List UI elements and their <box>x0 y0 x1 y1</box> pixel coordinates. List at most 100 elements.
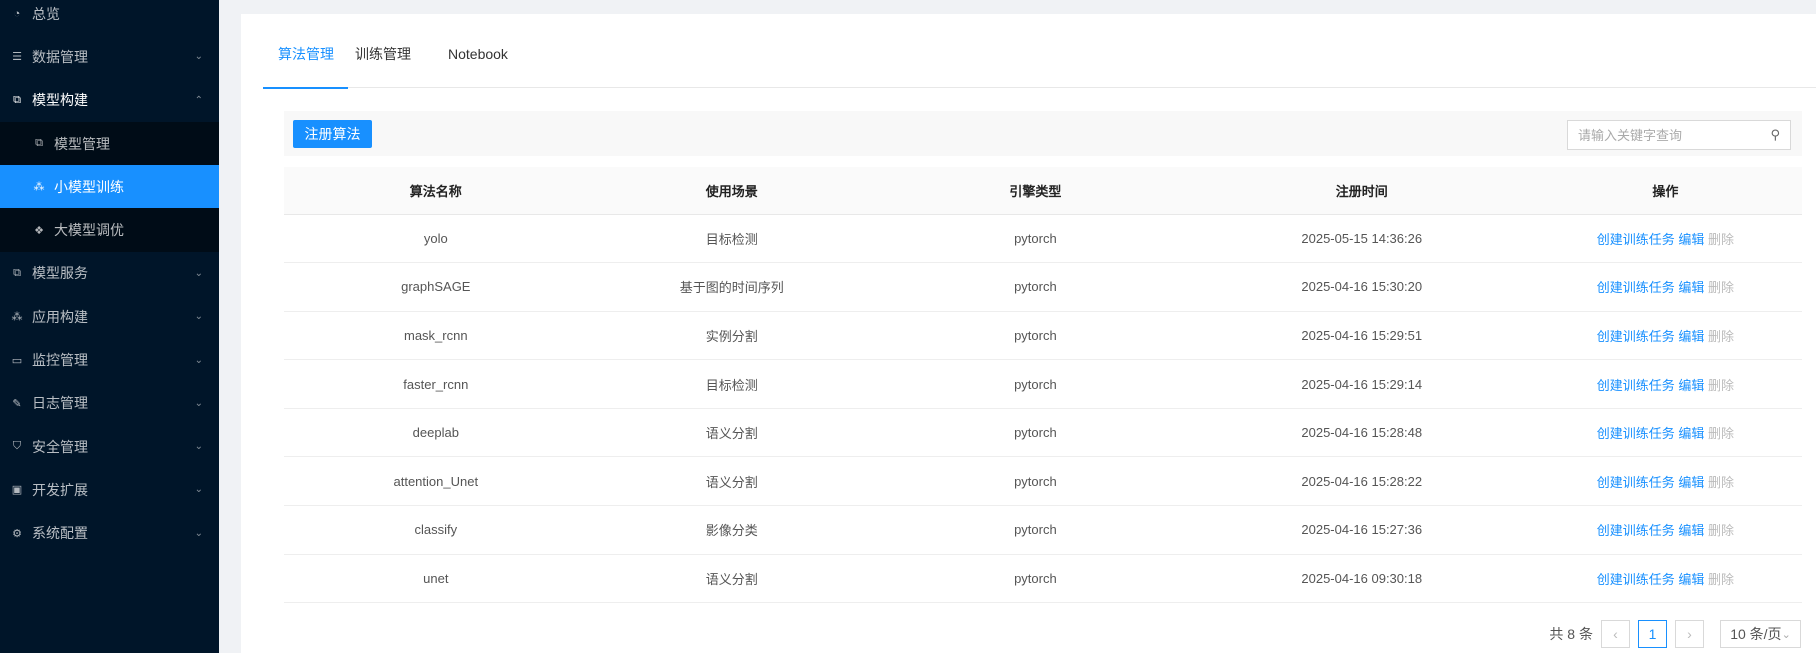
delete-link[interactable]: 删除 <box>1708 572 1734 587</box>
cell-time: 2025-05-15 14:36:26 <box>1194 214 1529 264</box>
table-row: faster_rcnn 目标检测 pytorch 2025-04-16 15:29:1… <box>284 359 1802 409</box>
delete-link[interactable]: 删除 <box>1708 232 1734 247</box>
cell-time: 2025-04-16 09:30:18 <box>1194 554 1529 604</box>
gear-icon: ⚙ <box>12 527 22 540</box>
cell-time: 2025-04-16 15:28:48 <box>1194 408 1529 458</box>
create-training-task-link[interactable]: 创建训练任务 <box>1597 475 1675 490</box>
search-input[interactable] <box>1578 127 1771 143</box>
cell-engine: pytorch <box>876 214 1195 264</box>
create-training-task-link[interactable]: 创建训练任务 <box>1597 280 1675 295</box>
cell-time: 2025-04-16 15:30:20 <box>1194 262 1529 312</box>
sidebar-submenu: ⧉ 模型管理 ⁂ 小模型训练 ❖ 大模型调优 <box>0 121 219 252</box>
model-icon: ⧉ <box>35 137 43 150</box>
sidebar-item-data[interactable]: ☰ 数据管理 ⌄ <box>0 35 219 78</box>
cell-time: 2025-04-16 15:29:14 <box>1194 359 1529 409</box>
table-row: yolo 目标检测 pytorch 2025-05-15 14:36:26 创建训练任务… <box>284 214 1802 264</box>
tab-bar: 算法管理 训练管理 Notebook <box>263 42 1816 89</box>
create-training-task-link[interactable]: 创建训练任务 <box>1597 523 1675 538</box>
cell-actions: 创建训练任务 编辑 删除 <box>1528 359 1802 409</box>
cell-scene: 语义分割 <box>587 554 876 604</box>
pagination: 共 8 条 ‹ 1 › 10 条/页 ⌄ <box>1549 620 1801 648</box>
chevron-up-icon: ⌃ <box>194 94 203 106</box>
cell-engine: pytorch <box>876 408 1195 458</box>
edit-link[interactable]: 编辑 <box>1678 232 1704 247</box>
sidebar-item-monitor[interactable]: ▭ 监控管理 ⌄ <box>0 338 219 381</box>
model-build-icon: ⧉ <box>13 93 21 106</box>
sidebar-item-dev-ext[interactable]: ▣ 开发扩展 ⌄ <box>0 468 219 511</box>
toolbar: 注册算法 ⚲ <box>284 111 1802 156</box>
edit-link[interactable]: 编辑 <box>1678 475 1704 490</box>
sidebar-item-security[interactable]: ⛉ 安全管理 ⌄ <box>0 425 219 468</box>
tab-notebook[interactable]: Notebook <box>448 42 508 88</box>
create-training-task-link[interactable]: 创建训练任务 <box>1597 378 1675 393</box>
total-count: 共 8 条 <box>1549 626 1593 642</box>
sidebar-item-overview[interactable]: ◔ 总览 <box>0 0 219 35</box>
cell-name: deeplab <box>284 408 588 458</box>
sidebar-item-app-build[interactable]: ⁂ 应用构建 ⌄ <box>0 295 219 338</box>
page-size-select[interactable]: 10 条/页 ⌄ <box>1720 620 1801 648</box>
cell-engine: pytorch <box>876 505 1195 555</box>
sidebar: ◔ 总览 ☰ 数据管理 ⌄ ⧉ 模型构建 ⌃ ⧉ 模型管理 ⁂ 小模型训练 ❖ 大模型调优 ⧉ 模… <box>0 0 219 653</box>
delete-link[interactable]: 删除 <box>1708 426 1734 441</box>
create-training-task-link[interactable]: 创建训练任务 <box>1597 572 1675 587</box>
cell-time: 2025-04-16 15:27:36 <box>1194 505 1529 555</box>
create-training-task-link[interactable]: 创建训练任务 <box>1597 329 1675 344</box>
edit-link[interactable]: 编辑 <box>1678 280 1704 295</box>
delete-link[interactable]: 删除 <box>1708 280 1734 295</box>
tab-training[interactable]: 训练管理 <box>355 42 411 88</box>
cell-time: 2025-04-16 15:29:51 <box>1194 311 1529 361</box>
apps-icon: ⁂ <box>11 311 23 324</box>
sidebar-item-model-manage[interactable]: ⧉ 模型管理 <box>0 122 219 165</box>
table-row: deeplab 语义分割 pytorch 2025-04-16 15:28:48 创建训… <box>284 408 1802 458</box>
edit-link[interactable]: 编辑 <box>1678 426 1704 441</box>
delete-link[interactable]: 删除 <box>1708 378 1734 393</box>
create-training-task-link[interactable]: 创建训练任务 <box>1597 426 1675 441</box>
table-row: unet 语义分割 pytorch 2025-04-16 09:30:18 创建训练任务… <box>284 554 1802 604</box>
chevron-down-icon: ⌄ <box>194 354 203 366</box>
register-algorithm-button[interactable]: 注册算法 <box>293 120 372 148</box>
chevron-down-icon: ⌄ <box>194 484 203 496</box>
cell-scene: 实例分割 <box>587 311 876 361</box>
edit-link[interactable]: 编辑 <box>1678 378 1704 393</box>
sidebar-item-large-model-tune[interactable]: ❖ 大模型调优 <box>0 208 219 251</box>
col-time: 注册时间 <box>1194 167 1529 215</box>
edit-link[interactable]: 编辑 <box>1678 572 1704 587</box>
edit-link[interactable]: 编辑 <box>1678 523 1704 538</box>
database-icon: ☰ <box>12 51 22 64</box>
cell-name: mask_rcnn <box>284 311 588 361</box>
search-icon[interactable]: ⚲ <box>1770 127 1780 143</box>
sidebar-item-log[interactable]: ✎ 日志管理 ⌄ <box>0 382 219 425</box>
tab-algorithm[interactable]: 算法管理 <box>263 42 348 89</box>
cell-actions: 创建训练任务 编辑 删除 <box>1528 554 1802 604</box>
chevron-down-icon: ⌄ <box>194 441 203 453</box>
delete-link[interactable]: 删除 <box>1708 329 1734 344</box>
delete-link[interactable]: 删除 <box>1708 523 1734 538</box>
dashboard-icon: ◔ <box>13 7 21 20</box>
cell-engine: pytorch <box>876 262 1195 312</box>
cell-scene: 目标检测 <box>587 214 876 264</box>
edit-link[interactable]: 编辑 <box>1678 329 1704 344</box>
sidebar-item-model-service[interactable]: ⧉ 模型服务 ⌄ <box>0 252 219 295</box>
table-row: mask_rcnn 实例分割 pytorch 2025-04-16 15:29:51 创… <box>284 311 1802 361</box>
main-card: 算法管理 训练管理 Notebook 注册算法 ⚲ 算法名称 使用场景 引擎类型… <box>241 14 1816 653</box>
cell-time: 2025-04-16 15:28:22 <box>1194 456 1529 507</box>
chevron-down-icon: ⌄ <box>194 527 203 539</box>
cell-name: attention_Unet <box>284 456 588 507</box>
chevron-down-icon: ⌄ <box>194 51 203 63</box>
sidebar-item-small-model-train[interactable]: ⁂ 小模型训练 <box>0 165 219 209</box>
prev-page-button[interactable]: ‹ <box>1601 620 1630 648</box>
cell-actions: 创建训练任务 编辑 删除 <box>1528 456 1802 507</box>
table-row: classify 影像分类 pytorch 2025-04-16 15:27:36 创建… <box>284 505 1802 555</box>
search-box: ⚲ <box>1567 120 1791 150</box>
page-1-button[interactable]: 1 <box>1638 620 1667 648</box>
cell-scene: 基于图的时间序列 <box>587 262 876 312</box>
sidebar-item-model-build[interactable]: ⧉ 模型构建 ⌃ <box>0 79 219 122</box>
cube-icon: ❖ <box>34 224 44 237</box>
sidebar-menu: ◔ 总览 ☰ 数据管理 ⌄ ⧉ 模型构建 ⌃ ⧉ 模型管理 ⁂ 小模型训练 ❖ 大模型调优 ⧉ 模… <box>0 0 219 555</box>
service-icon: ⧉ <box>13 266 21 279</box>
create-training-task-link[interactable]: 创建训练任务 <box>1597 232 1675 247</box>
sidebar-item-sys-config[interactable]: ⚙ 系统配置 ⌄ <box>0 512 219 555</box>
next-page-button[interactable]: › <box>1675 620 1704 648</box>
cell-scene: 语义分割 <box>587 456 876 507</box>
delete-link[interactable]: 删除 <box>1708 475 1734 490</box>
